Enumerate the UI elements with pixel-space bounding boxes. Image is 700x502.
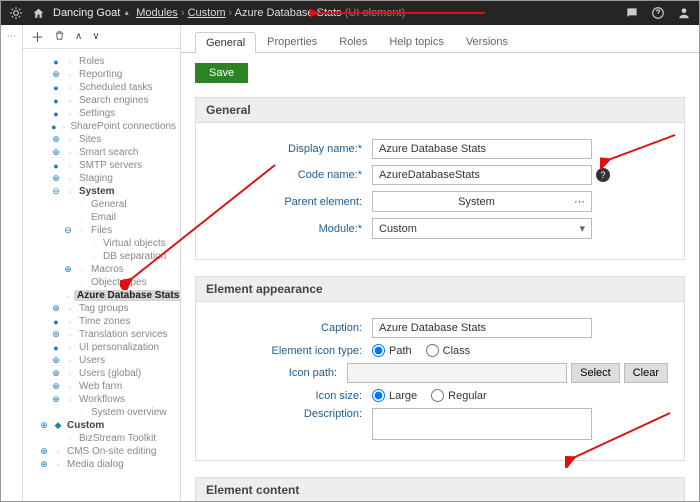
tab-roles[interactable]: Roles: [328, 31, 378, 52]
sidebar: ＋ ∧ ∨ ●◦Roles ⊕◦Reporting ●◦Scheduled ta…: [23, 25, 181, 501]
ui-tree: ●◦Roles ⊕◦Reporting ●◦Scheduled tasks ●◦…: [23, 49, 180, 501]
tree-toolbar: ＋ ∧ ∨: [23, 25, 180, 49]
info-icon[interactable]: ?: [596, 168, 610, 182]
input-description[interactable]: [372, 408, 592, 440]
label-caption: Caption:: [212, 322, 372, 334]
tree-virtual-objects[interactable]: ·Virtual objects: [23, 237, 176, 250]
tree-bizstream[interactable]: ·BizStream Toolkit: [23, 432, 176, 445]
tree-up-button[interactable]: ∧: [75, 31, 82, 42]
user-icon[interactable]: [675, 4, 693, 22]
tree-custom[interactable]: ⊕◆Custom: [23, 419, 176, 432]
label-description: Description:: [212, 408, 372, 420]
tab-versions[interactable]: Versions: [455, 31, 519, 52]
label-icon-path: Icon path:: [212, 367, 347, 379]
crumb-current: Azure Database Stats: [235, 7, 342, 19]
section-content-title: Element content: [195, 477, 685, 501]
tree-sites[interactable]: ⊕◦Sites: [23, 133, 176, 146]
tree-down-button[interactable]: ∨: [92, 31, 99, 42]
tree-users-global[interactable]: ⊕◦Users (global): [23, 367, 176, 380]
save-button[interactable]: Save: [195, 63, 248, 83]
crumb-modules[interactable]: Modules: [136, 7, 178, 19]
main-panel: General Properties Roles Help topics Ver…: [181, 25, 699, 501]
topbar: Dancing Goat ▲ Modules › Custom › Azure …: [1, 1, 699, 25]
help-icon[interactable]: [649, 4, 667, 22]
tree-delete-button[interactable]: [54, 30, 65, 44]
tree-system-overview[interactable]: ·System overview: [23, 406, 176, 419]
site-switcher[interactable]: Dancing Goat ▲: [53, 7, 130, 19]
select-button[interactable]: Select: [571, 363, 620, 383]
tab-help[interactable]: Help topics: [378, 31, 454, 52]
input-display-name[interactable]: [372, 139, 592, 159]
input-caption[interactable]: [372, 318, 592, 338]
parent-element-value: System: [458, 196, 495, 208]
tree-reporting[interactable]: ⊕◦Reporting: [23, 68, 176, 81]
breadcrumb: Modules › Custom › Azure Database Stats …: [136, 7, 405, 19]
chevron-down-icon: ▾: [579, 222, 585, 235]
radio-icon-class[interactable]: Class: [426, 344, 471, 357]
tree-smart-search[interactable]: ⊕◦Smart search: [23, 146, 176, 159]
tree-sharepoint[interactable]: ●◦SharePoint connections: [23, 120, 176, 133]
section-appearance-title: Element appearance: [195, 276, 685, 302]
clear-button[interactable]: Clear: [624, 363, 668, 383]
tabstrip: General Properties Roles Help topics Ver…: [181, 25, 699, 53]
tab-general[interactable]: General: [195, 32, 256, 53]
site-name: Dancing Goat: [53, 7, 120, 19]
tree-media-dialog[interactable]: ⊕◦Media dialog: [23, 458, 176, 471]
tree-system-files[interactable]: ⊖·Files: [23, 224, 176, 237]
radio-icon-path[interactable]: Path: [372, 344, 412, 357]
label-display-name: Display name:*: [212, 143, 372, 155]
section-appearance: Element appearance Caption: Element icon…: [195, 276, 685, 461]
tree-staging[interactable]: ⊕◦Staging: [23, 172, 176, 185]
section-general-title: General: [195, 97, 685, 123]
label-module: Module:*: [212, 223, 372, 235]
tree-azure-stats[interactable]: ·Azure Database Stats: [23, 289, 176, 302]
tree-system-email[interactable]: ·Email: [23, 211, 176, 224]
tree-smtp[interactable]: ●◦SMTP servers: [23, 159, 176, 172]
label-code-name: Code name:*: [212, 169, 372, 181]
section-general: General Display name:* Code name:* ? Par…: [195, 97, 685, 260]
tree-search-engines[interactable]: ●◦Search engines: [23, 94, 176, 107]
tree-cms-onsite[interactable]: ⊕◦CMS On-site editing: [23, 445, 176, 458]
chat-icon[interactable]: [623, 4, 641, 22]
picker-parent-element[interactable]: System ⋯: [372, 191, 592, 212]
module-value: Custom: [379, 223, 417, 235]
input-code-name[interactable]: [372, 165, 592, 185]
tab-properties[interactable]: Properties: [256, 31, 328, 52]
tree-object-types[interactable]: ·Object types: [23, 276, 176, 289]
crumb-custom[interactable]: Custom: [188, 7, 226, 19]
label-parent-element: Parent element:: [212, 196, 372, 208]
home-icon[interactable]: [29, 4, 47, 22]
ellipsis-icon: ⋯: [574, 195, 585, 208]
tree-users[interactable]: ⊕◦Users: [23, 354, 176, 367]
app-logo-icon[interactable]: [7, 4, 25, 22]
tree-workflows[interactable]: ⊕◦Workflows: [23, 393, 176, 406]
tree-macros[interactable]: ⊕·Macros: [23, 263, 176, 276]
radio-size-large[interactable]: Large: [372, 389, 417, 402]
dropdown-module[interactable]: Custom ▾: [372, 218, 592, 239]
tree-tag-groups[interactable]: ⊕◦Tag groups: [23, 302, 176, 315]
rail-more-icon[interactable]: ⋯: [7, 31, 17, 42]
crumb-suffix: (UI element): [345, 7, 406, 19]
tree-time-zones[interactable]: ●◦Time zones: [23, 315, 176, 328]
tree-system[interactable]: ⊖◦System: [23, 185, 176, 198]
section-content: Element content Type: URL ▾ Target URL:: [195, 477, 685, 501]
tree-ui-personalization[interactable]: ●◦UI personalization: [23, 341, 176, 354]
tree-translation[interactable]: ⊕◦Translation services: [23, 328, 176, 341]
tree-system-general[interactable]: ·General: [23, 198, 176, 211]
label-icon-size: Icon size:: [212, 390, 372, 402]
caret-down-icon: ▲: [123, 10, 130, 17]
tree-add-button[interactable]: ＋: [31, 27, 44, 46]
input-icon-path[interactable]: [347, 363, 567, 383]
label-icon-type: Element icon type:: [212, 345, 372, 357]
tree-scheduled[interactable]: ●◦Scheduled tasks: [23, 81, 176, 94]
radio-size-regular[interactable]: Regular: [431, 389, 487, 402]
tree-db-separation[interactable]: ·DB separation: [23, 250, 176, 263]
left-rail: ⋯: [1, 25, 23, 501]
tree-web-farm[interactable]: ⊕◦Web farm: [23, 380, 176, 393]
tree-settings[interactable]: ●◦Settings: [23, 107, 176, 120]
tree-roles[interactable]: ●◦Roles: [23, 55, 176, 68]
